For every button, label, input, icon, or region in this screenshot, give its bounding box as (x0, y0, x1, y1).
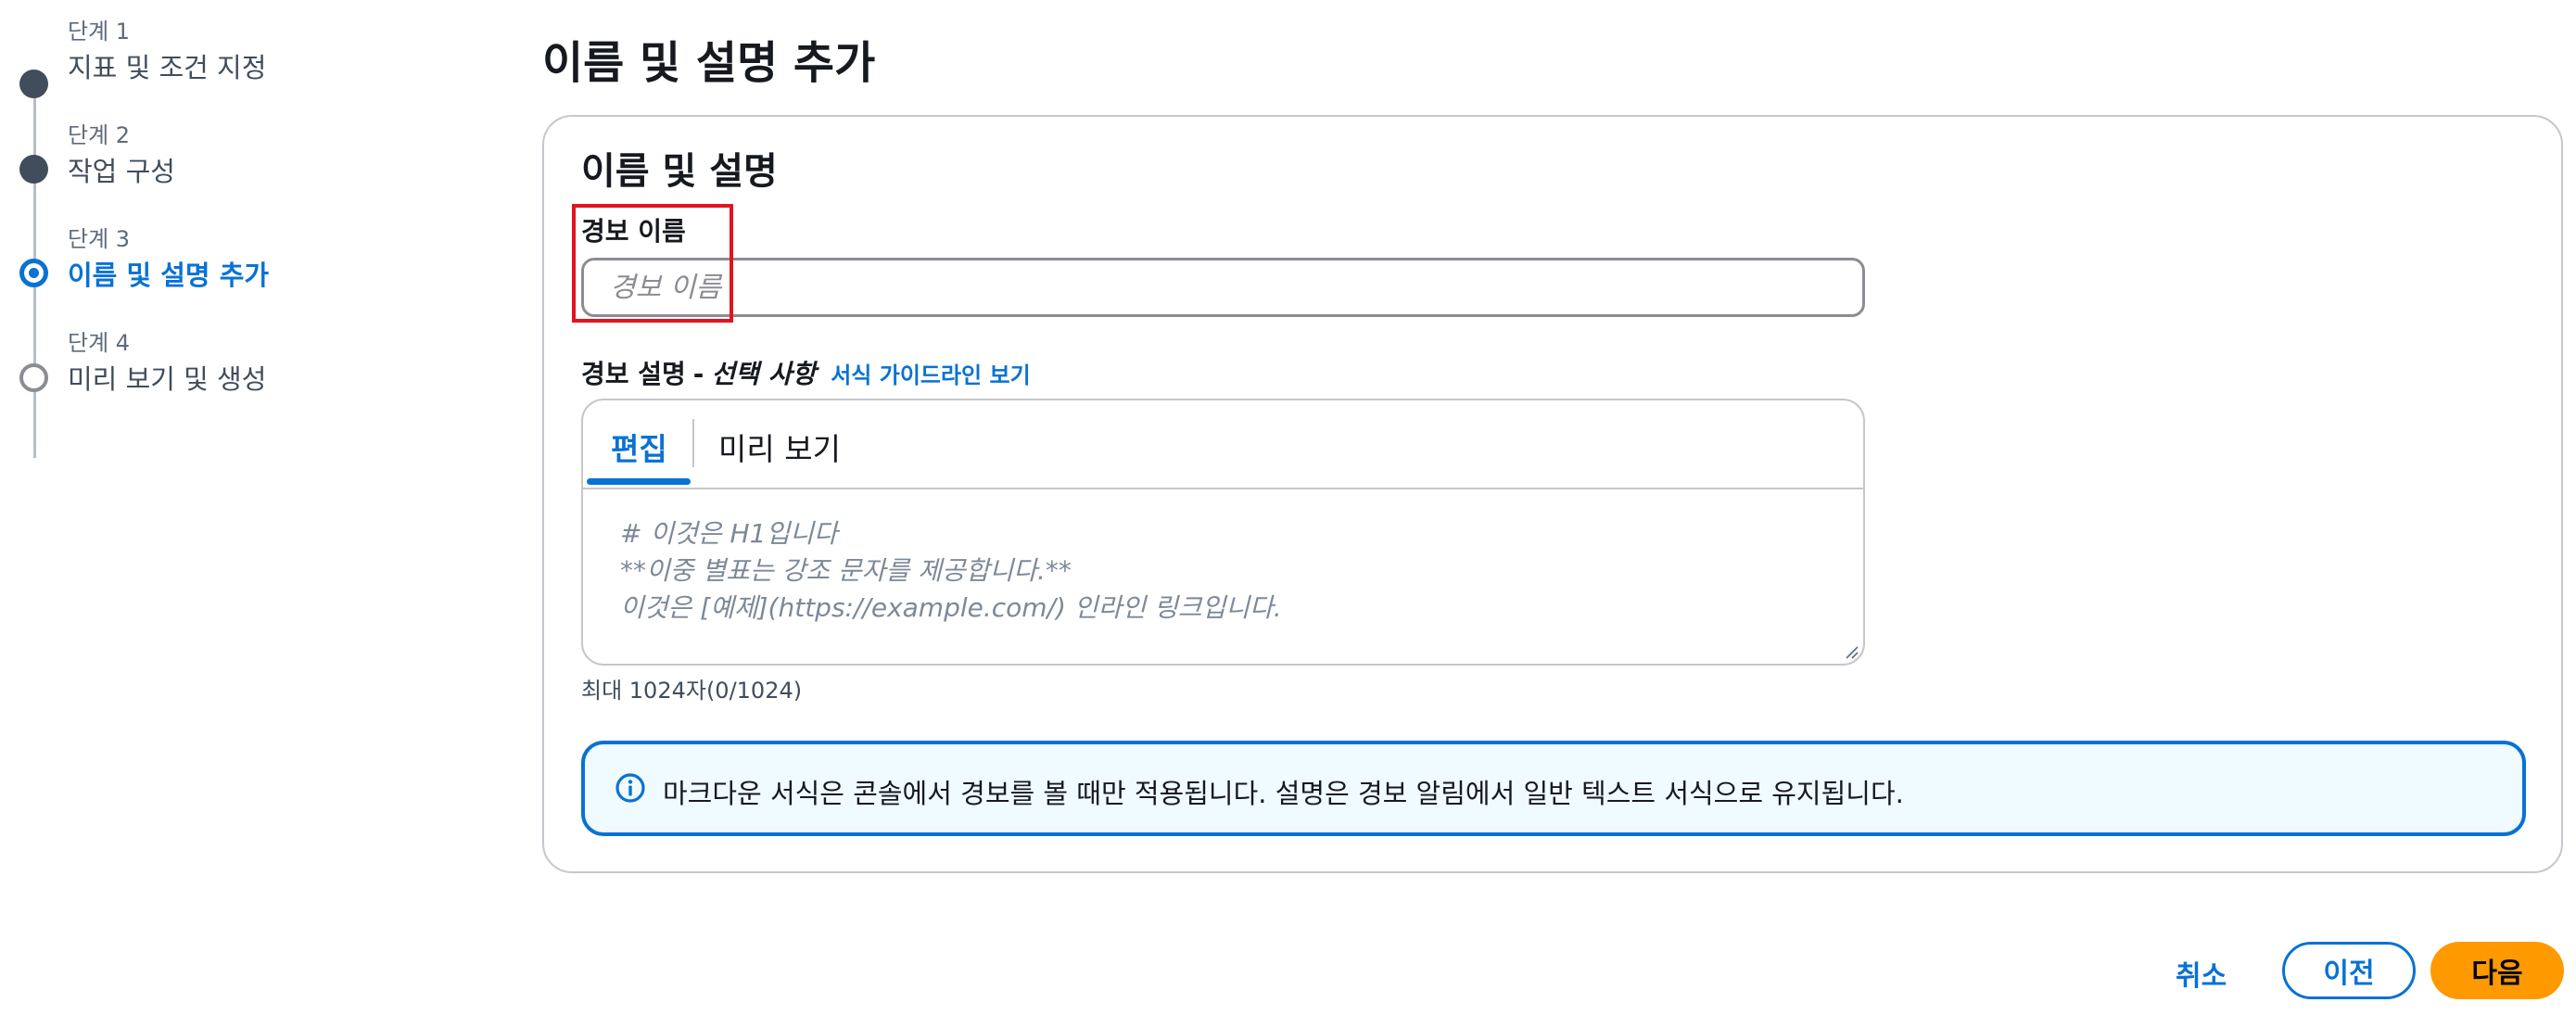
step-2-title[interactable]: 작업 구성 (68, 150, 175, 189)
tab-preview[interactable]: 미리 보기 (718, 425, 841, 469)
optional-label: 선택 사항 (711, 359, 817, 389)
alarm-description-label: 경보 설명 - 선택 사항 서식 가이드라인 보기 (581, 354, 1031, 391)
character-count: 최대 1024자(0/1024) (581, 678, 803, 704)
info-message: 마크다운 서식은 콘솔에서 경보를 볼 때만 적용됩니다. 설명은 경보 알림에… (663, 778, 1904, 809)
alarm-name-input[interactable] (581, 258, 1865, 317)
formatting-guidelines-link[interactable]: 서식 가이드라인 보기 (831, 357, 1030, 389)
step-3-title: 이름 및 설명 추가 (68, 260, 270, 291)
description-label-separator: - (692, 359, 704, 389)
tab-edit[interactable]: 편집 (611, 425, 667, 469)
description-textarea[interactable]: # 이것은 H1입니다 **이중 별표는 강조 문자를 제공합니다.** 이것은… (620, 515, 1282, 627)
page-title: 이름 및 설명 추가 (542, 37, 876, 89)
info-icon (615, 773, 645, 803)
cancel-button[interactable]: 취소 (2176, 953, 2227, 994)
description-label-text: 경보 설명 (581, 359, 686, 389)
resize-handle-icon[interactable] (1843, 643, 1859, 660)
step-1-number: 단계 1 (68, 19, 131, 44)
highlight-annotation (572, 204, 733, 323)
step-4-title: 미리 보기 및 생성 (68, 363, 267, 395)
section-title: 이름 및 설명 (581, 150, 778, 193)
step-1-title[interactable]: 지표 및 조건 지정 (68, 46, 266, 85)
step-connector (33, 180, 36, 271)
step-4-number: 단계 4 (68, 330, 131, 356)
active-tab-indicator (587, 478, 691, 485)
description-editor: 편집 미리 보기 # 이것은 H1입니다 **이중 별표는 강조 문자를 제공합… (581, 399, 1865, 666)
step-2-complete-icon (19, 155, 48, 184)
step-1-complete-icon (19, 70, 48, 98)
step-4-upcoming-icon (19, 363, 48, 392)
next-button[interactable]: 다음 (2430, 942, 2564, 999)
editor-tabs: 편집 미리 보기 (583, 400, 1863, 489)
step-2-number: 단계 2 (68, 122, 131, 148)
previous-button[interactable]: 이전 (2282, 942, 2416, 999)
step-3-number: 단계 3 (68, 226, 131, 252)
step-3-current-icon (19, 259, 48, 287)
tab-divider (692, 419, 694, 467)
info-alert: 마크다운 서식은 콘솔에서 경보를 볼 때만 적용됩니다. 설명은 경보 알림에… (581, 741, 2526, 836)
wizard-steps: 단계 1 지표 및 조건 지정 단계 2 작업 구성 단계 3 이름 및 설명 … (0, 0, 482, 458)
